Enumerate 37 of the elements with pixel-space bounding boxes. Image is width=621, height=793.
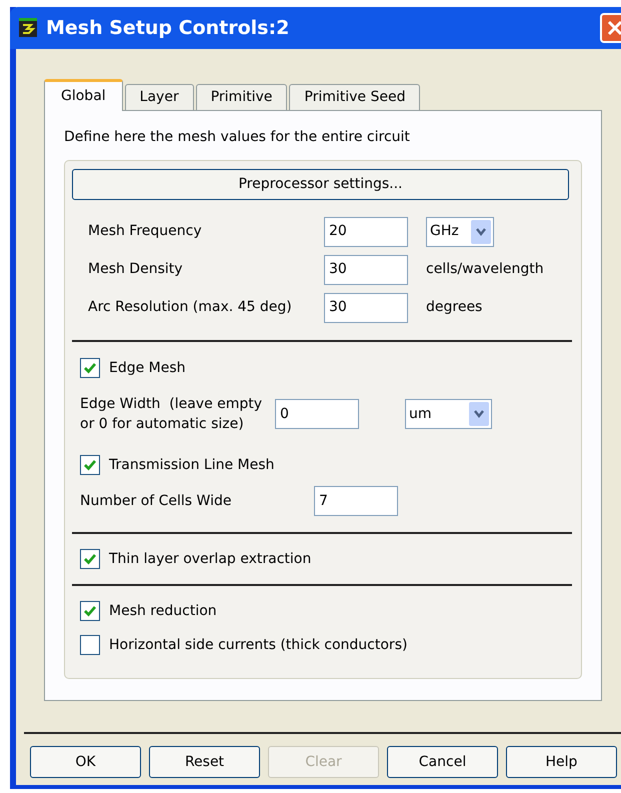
input-field[interactable]: 20 <box>324 216 408 246</box>
checkbox[interactable]: Edge Mesh <box>80 357 574 379</box>
checkbox[interactable]: Transmission Line Mesh <box>80 454 574 476</box>
checkbox[interactable]: Mesh reduction <box>80 600 574 622</box>
field-label: Edge Width (leave empty or 0 for automatic size) <box>80 395 264 434</box>
close-icon <box>607 20 621 36</box>
dialog-button[interactable]: OK <box>30 746 141 778</box>
input-field[interactable]: 0 <box>275 399 359 429</box>
field-label: Mesh Density <box>88 260 184 279</box>
check-icon <box>83 361 97 375</box>
field-label: Arc Resolution (max. 45 deg) <box>88 298 293 317</box>
unit-dropdown[interactable]: um <box>405 399 492 429</box>
dialog-button[interactable]: Reset <box>149 746 260 778</box>
unit-dropdown[interactable]: GHz <box>426 216 494 246</box>
input-field[interactable]: 30 <box>324 254 408 284</box>
unit-label: cells/wavelength <box>426 260 544 279</box>
description-text: Define here the mesh values for the entire circuit <box>64 128 411 147</box>
field-label: Mesh Frequency <box>88 222 203 241</box>
input-field[interactable]: 30 <box>324 292 408 322</box>
dialog-button[interactable]: Help <box>506 746 617 778</box>
field-label: Number of Cells Wide <box>80 492 232 510</box>
check-icon <box>83 552 97 566</box>
close-button[interactable] <box>600 13 621 43</box>
window-title: Mesh Setup Controls:2 <box>46 16 290 41</box>
unit-label: degrees <box>426 298 482 317</box>
tab[interactable]: Global <box>44 79 123 111</box>
dialog-button[interactable]: Cancel <box>387 746 498 778</box>
preprocessor-button[interactable]: Preprocessor settings... <box>72 169 569 200</box>
tab[interactable]: Primitive <box>196 84 288 111</box>
check-icon <box>83 458 97 472</box>
input-field[interactable]: 7 <box>314 486 398 516</box>
app-icon <box>18 18 38 38</box>
tab[interactable]: Layer <box>124 84 194 111</box>
check-icon <box>83 604 97 618</box>
tab[interactable]: Primitive Seed <box>289 84 420 111</box>
checkbox[interactable]: Thin layer overlap extraction <box>80 548 574 570</box>
checkbox[interactable]: Horizontal side currents (thick conductors) <box>80 634 574 656</box>
